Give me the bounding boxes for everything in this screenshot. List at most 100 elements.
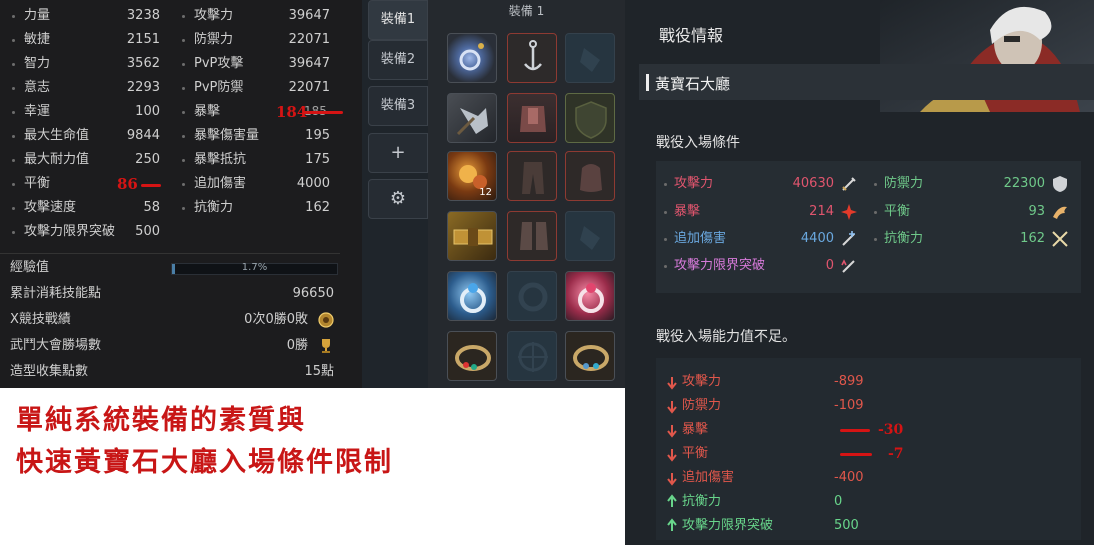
gloves-icon xyxy=(580,164,602,192)
crossed-swords-icon xyxy=(1052,231,1068,247)
deficit-row: 平衡 -7 xyxy=(662,443,1082,465)
weapon-slot[interactable] xyxy=(447,93,497,143)
bracelet-slot-1[interactable] xyxy=(447,331,497,381)
stat-value: 2151 xyxy=(126,32,160,47)
belt-icon xyxy=(453,228,493,246)
requirement-resistance: 抗衡力 162 xyxy=(866,228,1071,250)
belt-slot[interactable] xyxy=(447,211,497,261)
boots-icon xyxy=(520,222,548,250)
tab-equip-1[interactable]: 裝備1 xyxy=(368,0,428,40)
stat-label: 防禦力 xyxy=(194,32,234,47)
shield-icon xyxy=(1053,176,1067,192)
down-arrow-icon xyxy=(667,401,677,414)
shield-icon xyxy=(575,101,607,139)
requirement-label: 防禦力 xyxy=(884,176,924,191)
skill-points-row: 累計消耗技能點 96650 xyxy=(0,282,338,306)
deficit-row: 暴擊 -30 xyxy=(662,419,1082,441)
pants-icon xyxy=(522,162,544,194)
empty-gear-icon xyxy=(518,282,548,312)
stat-label: 追加傷害 xyxy=(194,176,247,191)
add-set-button[interactable]: + xyxy=(368,133,428,173)
stat-row: 暴擊傷害量 195 xyxy=(182,125,330,147)
stat-row: PvP防禦 22071 xyxy=(182,77,330,99)
stat-row: 幸運 100 xyxy=(12,101,160,123)
arena-wins-value: 0勝 xyxy=(286,338,308,353)
requirement-defense: 防禦力 22300 xyxy=(866,173,1071,195)
empty-slot[interactable] xyxy=(507,271,557,321)
stat-row: 攻擊力 39647 xyxy=(182,5,330,27)
bracelet-slot-2[interactable] xyxy=(565,331,615,381)
balance-handwritten-value: 86 xyxy=(117,175,138,193)
stat-row: 暴擊抵抗 175 xyxy=(182,149,330,171)
crit-burst-icon xyxy=(841,204,857,220)
pants-slot[interactable] xyxy=(507,151,557,201)
requirement-value: 4400 xyxy=(800,231,834,246)
bracelet-icon xyxy=(573,345,609,371)
empty-slot[interactable] xyxy=(565,211,615,261)
necklace-slot[interactable] xyxy=(447,33,497,83)
balance-strike-mark xyxy=(141,184,161,187)
dungeon-header: 黃寶石大廳 xyxy=(639,64,1094,100)
deficit-box: 攻擊力 -899 防禦力 -109 暴擊 -30 平衡 -7 追加傷害 -400 xyxy=(656,358,1081,540)
requirement-value: 162 xyxy=(1020,231,1045,246)
stat-row: 最大耐力值 250 xyxy=(12,149,160,171)
requirement-balance: 平衡 93 xyxy=(866,201,1071,223)
deficit-value: 0 xyxy=(834,494,843,509)
settings-gear-button[interactable]: ⚙ xyxy=(368,179,428,219)
stat-value: 3238 xyxy=(126,8,160,23)
empty-compass-icon xyxy=(518,342,548,372)
empty-slot[interactable] xyxy=(507,331,557,381)
deficit-row: 追加傷害 -400 xyxy=(662,467,1082,489)
collection-points-row: 造型收集點數 15點 xyxy=(0,360,338,384)
gloves-slot[interactable] xyxy=(565,151,615,201)
stat-label: 暴擊抵抗 xyxy=(194,152,247,167)
equipment-set-tabs: 裝備1 裝備2 裝備3 + ⚙ xyxy=(362,0,428,388)
shield-slot[interactable] xyxy=(565,93,615,143)
down-arrow-icon xyxy=(667,473,677,486)
equipment-grid: 裝備 1 12 xyxy=(428,0,625,388)
stat-label: PvP攻擊 xyxy=(194,56,244,71)
boots-slot[interactable] xyxy=(507,211,557,261)
stat-label: 攻擊速度 xyxy=(24,200,77,215)
deficit-label: 追加傷害 xyxy=(682,470,735,485)
battle-info-panel: 戰役情報 黃寶石大廳 戰役入場條件 攻擊力 40630 暴擊 214 追加傷害 … xyxy=(625,0,1094,545)
header-marker xyxy=(646,74,649,91)
empty-slot[interactable] xyxy=(565,33,615,83)
stat-row: 智力 3562 xyxy=(12,53,160,75)
up-arrow-icon xyxy=(667,518,677,531)
stat-value: 22071 xyxy=(288,80,330,95)
ring-slot-2[interactable] xyxy=(565,271,615,321)
stack-count: 12 xyxy=(479,187,492,198)
chest-armor-slot[interactable] xyxy=(507,93,557,143)
stat-row: 防禦力 22071 xyxy=(182,29,330,51)
down-arrow-icon xyxy=(667,425,677,438)
deficit-label: 抗衡力 xyxy=(682,494,722,509)
ring-slot-1[interactable] xyxy=(447,271,497,321)
stat-label: 智力 xyxy=(24,56,51,71)
trophy-icon xyxy=(322,339,330,353)
anchor-icon xyxy=(524,40,542,71)
deficit-value: -400 xyxy=(834,470,864,485)
requirement-label: 追加傷害 xyxy=(674,231,727,246)
pvp-record-value: 0次0勝0敗 xyxy=(244,312,308,327)
requirement-label: 攻擊力 xyxy=(674,176,714,191)
stat-label: 平衡 xyxy=(24,176,51,191)
requirement-attack: 攻擊力 40630 xyxy=(656,173,860,195)
deficit-row: 抗衡力 0 xyxy=(662,491,1082,513)
equipment-set-title: 裝備 1 xyxy=(508,4,545,18)
consumable-slot[interactable]: 12 xyxy=(447,151,497,201)
limit-break-icon xyxy=(841,259,855,273)
tab-equip-2[interactable]: 裝備2 xyxy=(368,40,428,80)
stat-row: 意志 2293 xyxy=(12,77,160,99)
tab-equip-3[interactable]: 裝備3 xyxy=(368,86,428,126)
deficit-row: 攻擊力 -899 xyxy=(662,371,1082,393)
stat-value: 2293 xyxy=(126,80,160,95)
exp-row: 經驗值 1.7% xyxy=(0,256,338,280)
requirement-additional-damage: 追加傷害 4400 xyxy=(656,228,860,250)
stat-value: 175 xyxy=(305,152,330,167)
necklace-icon xyxy=(459,43,484,71)
stat-row: 攻擊力限界突破 500 xyxy=(12,221,160,243)
earring-slot[interactable] xyxy=(507,33,557,83)
dungeon-name: 黃寶石大廳 xyxy=(655,75,731,93)
stat-label: 幸運 xyxy=(24,104,51,119)
